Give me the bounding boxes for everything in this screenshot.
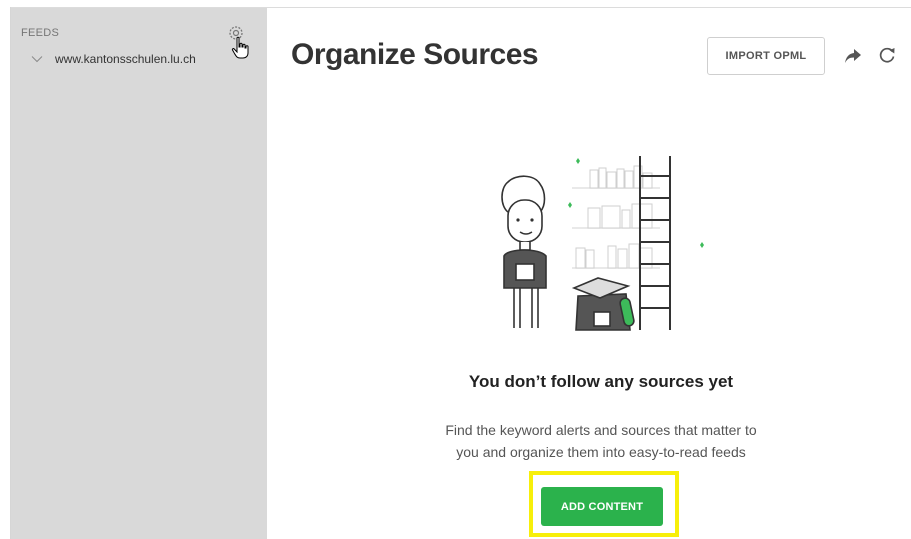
- sidebar: FEEDS www.kantonsschulen.lu.ch: [11, 8, 267, 539]
- top-border: [0, 0, 911, 8]
- empty-state-title: You don’t follow any sources yet: [468, 372, 734, 391]
- add-content-button[interactable]: ADD CONTENT: [541, 487, 663, 526]
- empty-state-line-1: Find the keyword alerts and sources that…: [445, 422, 757, 438]
- share-arrow-icon[interactable]: [844, 48, 862, 64]
- refresh-icon[interactable]: [878, 46, 896, 64]
- chevron-down-icon: [31, 56, 43, 63]
- sidebar-item-label: www.kantonsschulen.lu.ch: [55, 52, 196, 66]
- hand-pointer-icon: [231, 36, 249, 59]
- empty-state-line-2: you and organize them into easy-to-read …: [456, 444, 746, 460]
- person-with-bookshelf-illustration: [501, 156, 704, 331]
- import-opml-button[interactable]: IMPORT OPML: [707, 37, 825, 75]
- empty-state-description: Find the keyword alerts and sources that…: [391, 419, 811, 463]
- feeds-section-label: FEEDS: [21, 27, 60, 39]
- sidebar-item-feed[interactable]: www.kantonsschulen.lu.ch: [31, 52, 196, 66]
- page-title: Organize Sources: [291, 38, 539, 71]
- left-edge: [0, 7, 11, 539]
